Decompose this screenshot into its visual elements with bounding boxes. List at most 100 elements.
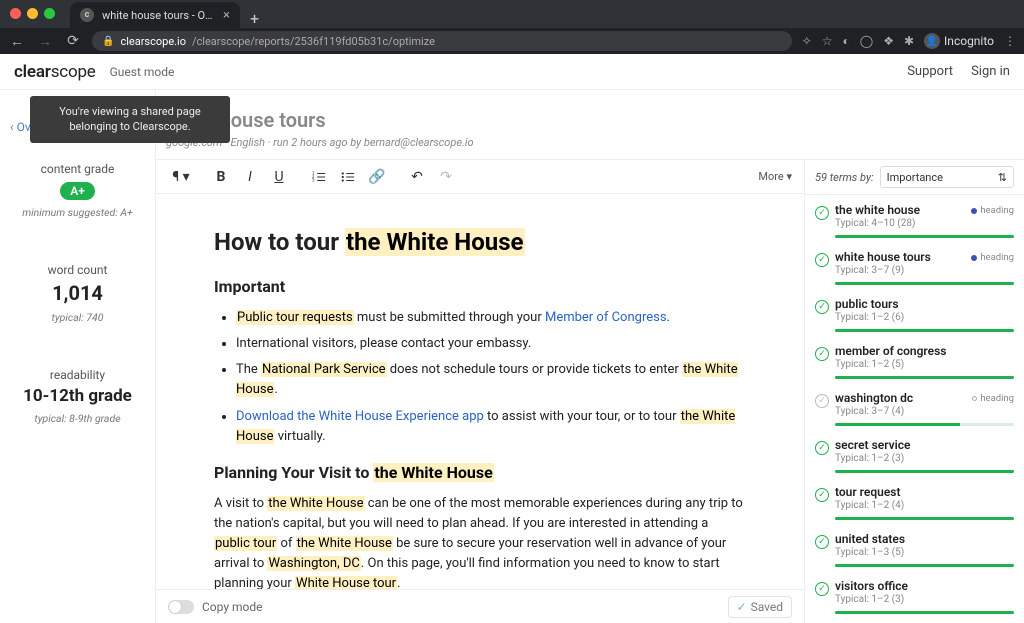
svg-text:3: 3 bbox=[312, 178, 315, 183]
ext-icon[interactable]: ◐ bbox=[843, 34, 850, 48]
list-item: The National Park Service does not sched… bbox=[236, 360, 746, 400]
terms-list[interactable]: ✓the white houseTypical: 4–10 (28)headin… bbox=[805, 195, 1024, 623]
new-tab-button[interactable]: + bbox=[240, 9, 269, 28]
grade-sub: minimum suggested: A+ bbox=[10, 206, 145, 219]
chrome-menu-icon[interactable]: ⋮ bbox=[1004, 34, 1016, 48]
member-of-congress-link[interactable]: Member of Congress bbox=[545, 310, 667, 325]
rd-label: readability bbox=[10, 368, 145, 382]
ext-icon[interactable]: ◯ bbox=[860, 34, 873, 48]
content-list: Public tour requests must be submitted t… bbox=[214, 308, 746, 447]
wc-value: 1,014 bbox=[10, 281, 145, 305]
more-button[interactable]: More ▾ bbox=[758, 170, 792, 183]
copy-mode-label: Copy mode bbox=[202, 600, 262, 614]
term-item[interactable]: ✓secret serviceTypical: 1–2 (3) bbox=[805, 430, 1024, 477]
copy-mode-toggle[interactable] bbox=[168, 600, 194, 614]
editor-toolbar: ¶ ▾ B I U 123 🔗 ↶ bbox=[156, 160, 804, 194]
term-item[interactable]: ✓public toursTypical: 1–2 (6) bbox=[805, 289, 1024, 336]
wc-sub: typical: 740 bbox=[10, 311, 145, 324]
bookmark-icon[interactable]: ☆ bbox=[822, 34, 833, 48]
tab-close-icon[interactable]: × bbox=[223, 8, 230, 23]
content-paragraph: A visit to the White House can be one of… bbox=[214, 494, 746, 589]
term-sub: Typical: 1–2 (5) bbox=[835, 359, 1014, 370]
back-button[interactable]: ← bbox=[8, 33, 26, 50]
download-app-link[interactable]: Download the White House Experience app bbox=[236, 409, 484, 424]
term-item[interactable]: ✓washington dcTypical: 3–7 (4)heading bbox=[805, 383, 1024, 430]
term-item[interactable]: ✓the white houseTypical: 4–10 (28)headin… bbox=[805, 195, 1024, 242]
term-sub: Typical: 1–2 (3) bbox=[835, 453, 1014, 464]
term-item[interactable]: ✓tour requestTypical: 1–2 (4) bbox=[805, 477, 1024, 524]
term-name: united states bbox=[835, 532, 1014, 546]
minimize-window-icon[interactable] bbox=[27, 8, 38, 19]
term-item[interactable]: ✓backpacksTypical: 1–2 (3) bbox=[805, 618, 1024, 623]
content-h2-planning: Planning Your Visit to the White House bbox=[214, 461, 746, 486]
check-icon: ✓ bbox=[737, 600, 747, 614]
wc-label: word count bbox=[10, 263, 145, 277]
link-button[interactable]: 🔗 bbox=[364, 165, 390, 189]
brand-light: scope bbox=[51, 62, 96, 82]
forward-button[interactable]: → bbox=[36, 33, 54, 50]
grade-pill: A+ bbox=[60, 182, 95, 200]
app-body: ‹ Overview content grade A+ minimum sugg… bbox=[0, 90, 1024, 623]
signin-link[interactable]: Sign in bbox=[971, 64, 1010, 79]
lock-icon: 🔒 bbox=[102, 36, 114, 47]
guest-mode-tooltip: You're viewing a shared page belonging t… bbox=[30, 96, 230, 143]
app-header: clearscope Guest mode Support Sign in bbox=[0, 54, 1024, 90]
terms-sort-select[interactable]: Importance⇅ bbox=[880, 166, 1014, 188]
brand-logo[interactable]: clearscope bbox=[14, 62, 96, 82]
incognito-label: Incognito bbox=[944, 34, 994, 48]
editor-footer: Copy mode ✓Saved bbox=[156, 589, 804, 623]
term-progress bbox=[835, 470, 1014, 473]
close-window-icon[interactable] bbox=[10, 8, 21, 19]
terms-panel: 59 terms by: Importance⇅ ✓the white hous… bbox=[804, 159, 1024, 623]
term-progress bbox=[835, 329, 1014, 332]
guest-mode-link[interactable]: Guest mode bbox=[110, 65, 175, 79]
term-name: secret service bbox=[835, 438, 1014, 452]
ext-icon[interactable]: ❖ bbox=[883, 34, 894, 48]
browser-tab[interactable]: c white house tours - Optimize × bbox=[70, 2, 240, 28]
badge-dot-icon bbox=[971, 255, 977, 261]
window-controls bbox=[10, 8, 55, 19]
term-badge: heading bbox=[971, 252, 1014, 263]
list-item: Download the White House Experience app … bbox=[236, 407, 746, 447]
term-item[interactable]: ✓visitors officeTypical: 1–2 (3) bbox=[805, 571, 1024, 618]
support-link[interactable]: Support bbox=[907, 64, 953, 79]
address-bar[interactable]: 🔒 clearscope.io/clearscope/reports/2536f… bbox=[92, 31, 792, 51]
paragraph-style-button[interactable]: ¶ ▾ bbox=[168, 165, 194, 189]
term-item[interactable]: ✓white house toursTypical: 3–7 (9)headin… bbox=[805, 242, 1024, 289]
reload-button[interactable]: ⟳ bbox=[64, 33, 82, 49]
term-badge: heading bbox=[971, 205, 1014, 216]
bold-button[interactable]: B bbox=[208, 165, 234, 189]
favicon-icon: c bbox=[80, 8, 94, 22]
term-progress bbox=[835, 611, 1014, 614]
ordered-list-button[interactable]: 123 bbox=[306, 165, 332, 189]
editor-wrap: ¶ ▾ B I U 123 🔗 ↶ bbox=[156, 159, 1024, 623]
report-header: white house tours google.com · English ·… bbox=[156, 90, 1024, 159]
redo-button[interactable]: ↷ bbox=[433, 165, 459, 189]
unordered-list-button[interactable] bbox=[335, 165, 361, 189]
term-sub: Typical: 1–2 (6) bbox=[835, 312, 1014, 323]
term-progress bbox=[835, 235, 1014, 238]
editor-body[interactable]: How to tour the White House Important Pu… bbox=[156, 194, 804, 589]
check-circle-icon: ✓ bbox=[815, 206, 829, 220]
url-path: /clearscope/reports/2536f119fd05b31c/opt… bbox=[192, 35, 435, 48]
ext-icon[interactable]: ✧ bbox=[802, 34, 812, 48]
ext-icon[interactable]: ✱ bbox=[904, 34, 914, 48]
term-name: visitors office bbox=[835, 579, 1014, 593]
rd-value: 10-12th grade bbox=[10, 386, 145, 406]
term-item[interactable]: ✓united statesTypical: 1–3 (5) bbox=[805, 524, 1024, 571]
fullscreen-window-icon[interactable] bbox=[44, 8, 55, 19]
incognito-badge: 👤 Incognito bbox=[924, 33, 994, 49]
check-circle-icon: ✓ bbox=[815, 347, 829, 361]
italic-button[interactable]: I bbox=[237, 165, 263, 189]
left-sidebar: ‹ Overview content grade A+ minimum sugg… bbox=[0, 90, 155, 623]
term-progress bbox=[835, 423, 1014, 426]
term-sub: Typical: 4–10 (28) bbox=[835, 218, 1014, 229]
undo-button[interactable]: ↶ bbox=[404, 165, 430, 189]
underline-button[interactable]: U bbox=[266, 165, 292, 189]
term-sub: Typical: 1–2 (4) bbox=[835, 500, 1014, 511]
incognito-icon: 👤 bbox=[924, 33, 940, 49]
metric-content-grade: content grade A+ minimum suggested: A+ bbox=[10, 162, 145, 219]
term-sub: Typical: 3–7 (9) bbox=[835, 265, 1014, 276]
term-item[interactable]: ✓member of congressTypical: 1–2 (5) bbox=[805, 336, 1024, 383]
app-root: clearscope Guest mode Support Sign in Yo… bbox=[0, 54, 1024, 623]
